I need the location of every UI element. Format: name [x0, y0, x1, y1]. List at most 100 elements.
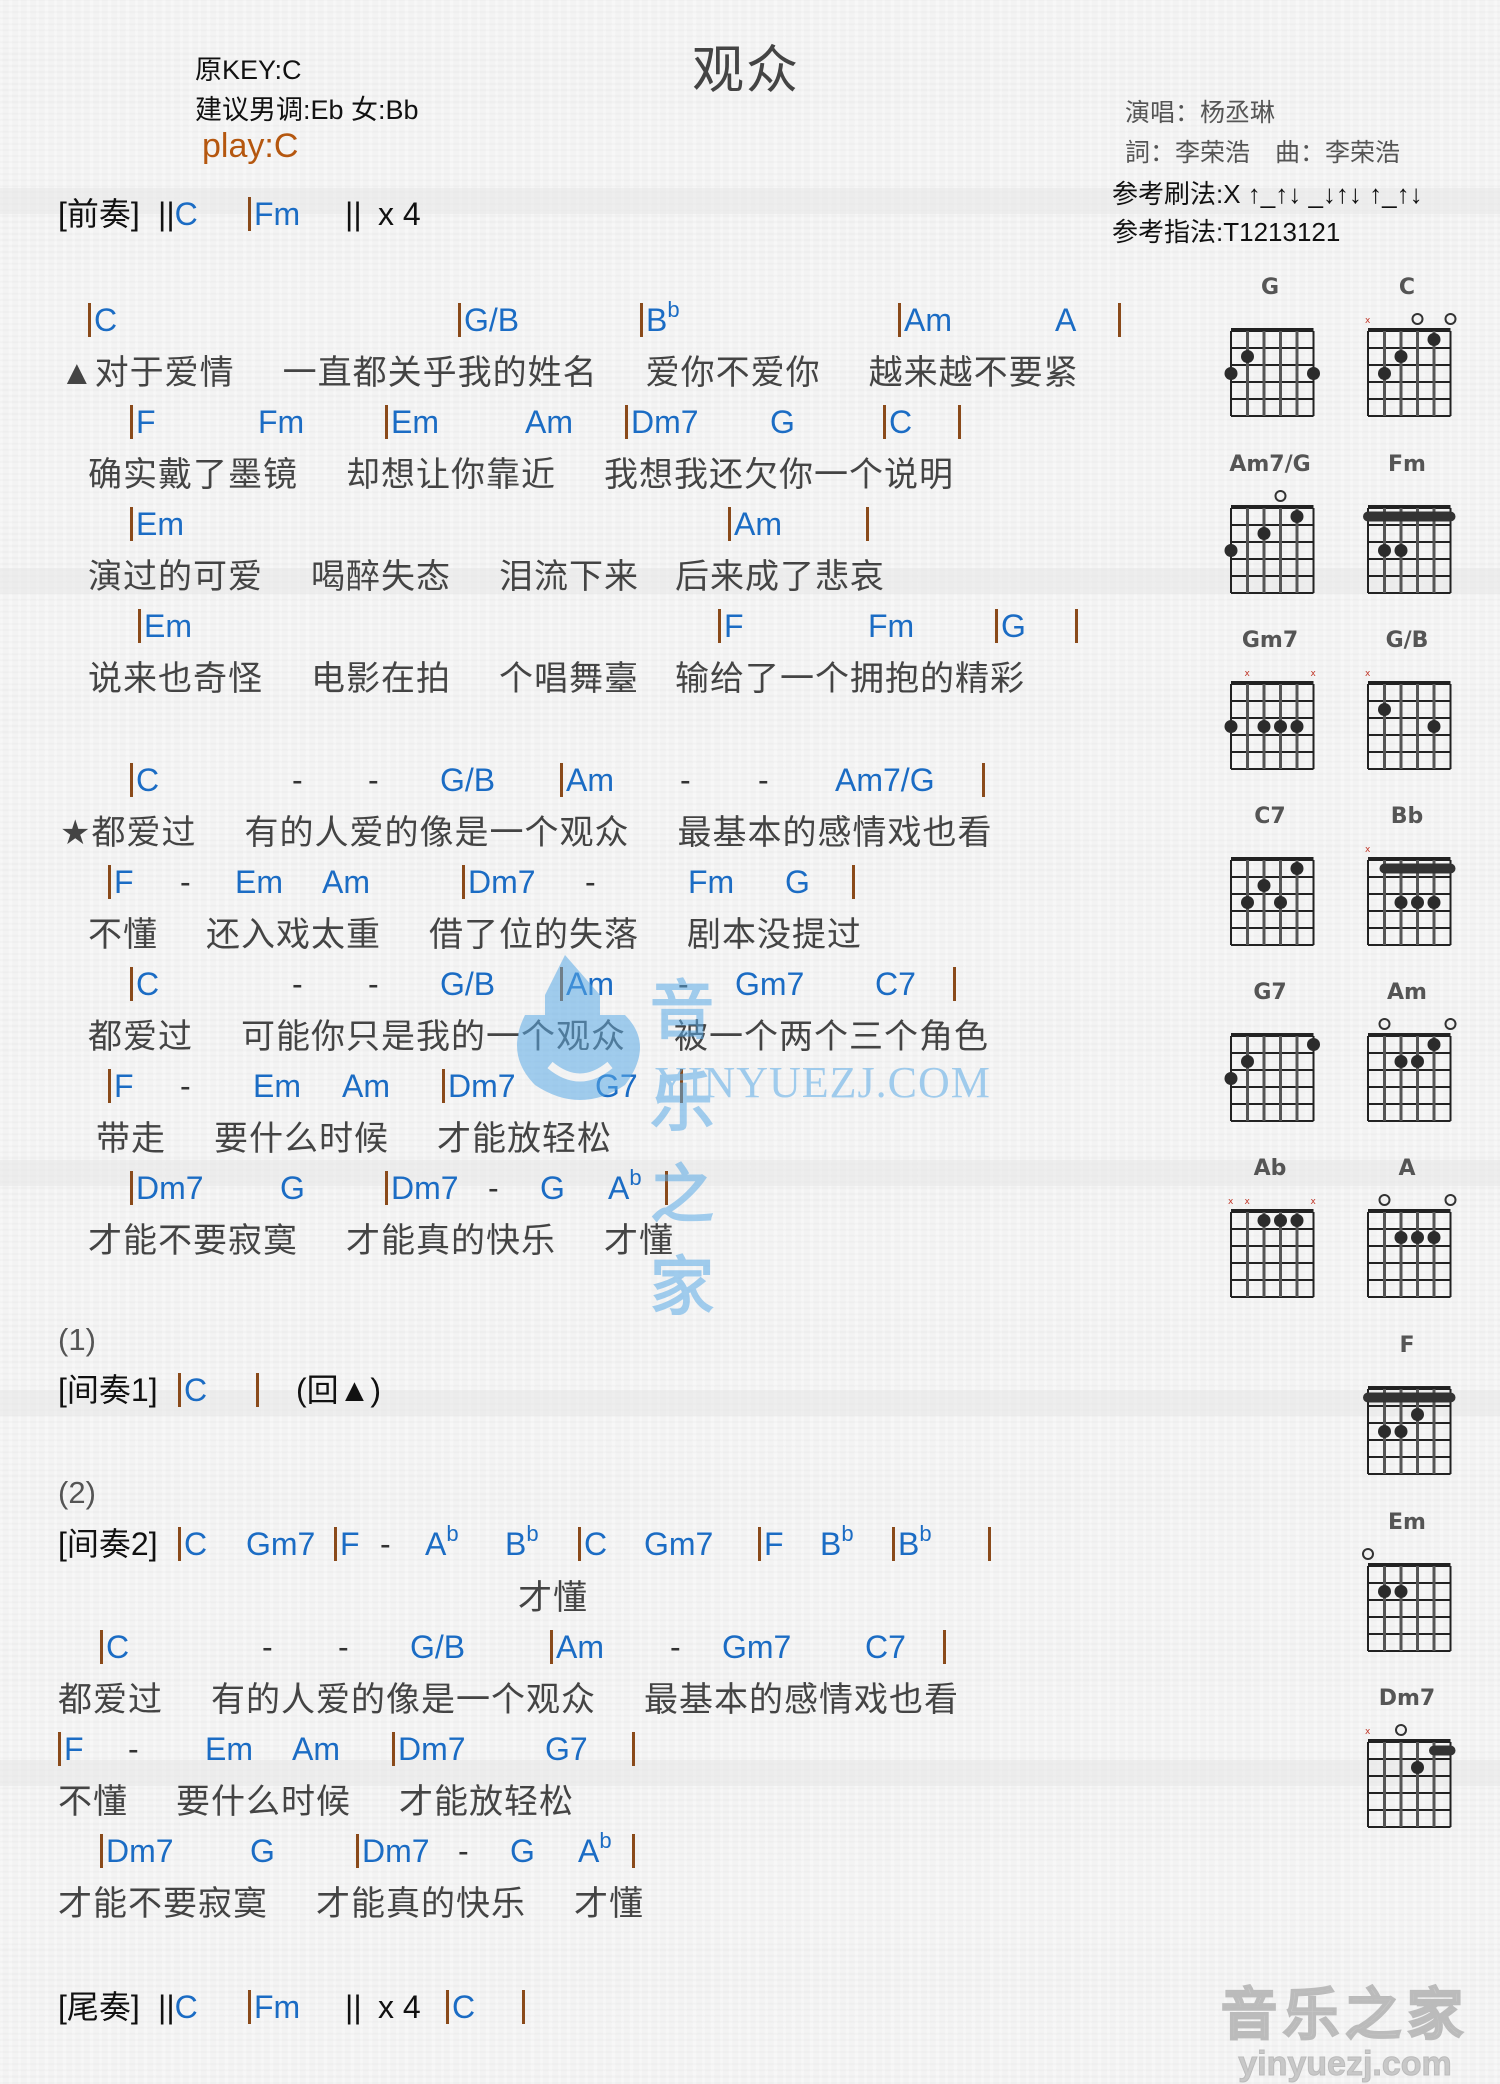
muted-string-marker: x — [1365, 316, 1371, 326]
finger-dot — [1290, 510, 1304, 523]
finger-dot — [1307, 1038, 1320, 1051]
finger-dot — [1274, 1214, 1287, 1227]
lyric-phrase: 要什么时候 — [176, 1783, 351, 1821]
chord-diagram-c: Cx — [1352, 275, 1462, 423]
fretboard-grid — [1367, 1194, 1457, 1298]
part-number: (1) — [58, 1322, 96, 1357]
finger-dot — [1257, 1214, 1271, 1227]
suggested-key: 建议男调:Eb 女:Bb — [195, 95, 419, 125]
bar-line — [866, 502, 869, 546]
background-band — [0, 1390, 1500, 1416]
chord-rest: - — [488, 1170, 499, 1206]
interlude1-chord: C — [178, 1368, 207, 1412]
chord-label: Dm7 — [442, 1064, 516, 1108]
chord-label: Ab — [608, 1165, 642, 1207]
lyric-phrase: 不懂 — [88, 916, 158, 954]
chord-label: G — [785, 864, 810, 900]
verse-lyric-line: ★都爱过 有的人爱的像是一个观众 最基本的感情戏也看 — [60, 805, 992, 854]
chord-label: Fm — [868, 608, 915, 644]
finger-dot — [1257, 720, 1271, 733]
lyric-phrase: 才能不要寂寞 — [58, 1885, 268, 1923]
chord-label: Dm7 — [356, 1829, 430, 1873]
open-string-marker — [1395, 1724, 1407, 1736]
lyric-phrase: 还入戏太重 — [206, 916, 381, 954]
finger-dot — [1394, 1585, 1408, 1598]
muted-string-marker: x — [1365, 1727, 1371, 1737]
chord-diagram-gm7: Gm7 x x — [1215, 628, 1325, 776]
chord-label: Ab — [425, 1521, 459, 1563]
open-string-marker — [1362, 1548, 1374, 1560]
outro-chord: Fm — [248, 1985, 300, 2029]
chord-label: F — [130, 400, 156, 444]
lyric-phrase: 喝醉失态 — [311, 558, 451, 596]
chord-rest: - — [585, 864, 596, 900]
chord-rest: - — [128, 1731, 139, 1767]
chord-label: Dm7 — [392, 1727, 466, 1771]
finger-dot — [1394, 1055, 1408, 1068]
chord-label: Em — [130, 502, 184, 546]
chord-label: C — [578, 1522, 607, 1566]
muted-string-marker: x — [1245, 669, 1251, 679]
original-key: 原KEY:C — [195, 55, 302, 85]
chord-diagram-am: Am — [1352, 980, 1462, 1128]
chord-label: Gm7 — [246, 1526, 316, 1562]
chord-rest: - — [670, 1629, 681, 1665]
lyric-phrase: 才能真的快乐 — [346, 1222, 556, 1260]
lyric-phrase: 个唱舞臺 — [499, 660, 639, 698]
lyric-phrase: 确实戴了墨镜 — [88, 456, 298, 494]
chord-label: Am — [342, 1068, 390, 1104]
finger-dot — [1378, 367, 1391, 380]
barre — [1363, 511, 1456, 522]
open-string-marker — [1444, 313, 1457, 325]
chord-label: Dm7 — [100, 1829, 174, 1873]
lyric-phrase: 都爱过 — [58, 1681, 163, 1719]
chord-label: Em — [138, 604, 192, 648]
open-string-marker — [1378, 1194, 1391, 1206]
finger-dot — [1241, 896, 1254, 909]
chord-label: Dm7 — [130, 1166, 204, 1210]
finger-dot — [1290, 862, 1304, 875]
chord-rest: - — [262, 1629, 273, 1665]
lyric-phrase: 最基本的感情戏也看 — [644, 1681, 959, 1719]
verse-lyric-line: 不懂 还入戏太重 借了位的失落 剧本没提过 — [88, 907, 862, 956]
chord-label: Am — [525, 404, 573, 440]
finger-dot — [1394, 1231, 1408, 1244]
fretboard-grid — [1224, 490, 1315, 594]
finger-dot — [1274, 896, 1287, 909]
chord-label: F — [58, 1727, 84, 1771]
intro-chord: Fm — [248, 192, 300, 236]
chord-label: Bb — [640, 298, 680, 342]
chord-label: Am — [728, 502, 782, 546]
repeat-bar: || — [345, 1989, 362, 2025]
bar-line — [680, 1064, 683, 1108]
chord-diagram-name: G7 — [1253, 980, 1287, 1005]
bar-line — [943, 1625, 946, 1669]
site-logo-en: yinyuezj.com — [1238, 2045, 1453, 2084]
lyric-phrase: 越来越不要紧 — [868, 354, 1079, 392]
fretboard-grid — [1367, 1018, 1457, 1122]
chord-label: Am — [560, 962, 614, 1006]
bar-line — [953, 962, 956, 1006]
finger-dot — [1378, 1425, 1391, 1438]
chord-label: Fm — [258, 404, 305, 440]
verse-lyric-line: 都爱过 可能你只是我的一个观众 被一个两个三个角色 — [88, 1009, 989, 1058]
site-logo-cn: 音乐之家 — [1220, 1982, 1469, 2047]
chord-label: G/B — [440, 966, 496, 1002]
chord-rest: - — [338, 1629, 349, 1665]
fretboard-grid: x — [1365, 845, 1456, 946]
fretboard-grid — [1224, 328, 1320, 417]
chord-diagram-name: G — [1260, 275, 1280, 300]
finger-dot — [1427, 1231, 1441, 1244]
chorus2-lyric-line: 都爱过 有的人爱的像是一个观众 最基本的感情戏也看 — [58, 1672, 959, 1721]
chord-rest: - — [180, 1068, 191, 1104]
chord-diagram-g: G — [1215, 275, 1325, 423]
chord-diagram-name: Ab — [1253, 1156, 1287, 1181]
lyric-phrase: 输给了一个拥抱的精彩 — [675, 660, 1025, 698]
chord-label: G — [510, 1833, 535, 1869]
chord-label: C7 — [875, 966, 916, 1002]
chord-rest: - — [180, 864, 191, 900]
open-string-marker — [1444, 1194, 1457, 1206]
finger-dot — [1394, 544, 1408, 557]
open-string-marker — [1274, 490, 1287, 502]
interlude2-label: [间奏2] — [58, 1526, 158, 1562]
